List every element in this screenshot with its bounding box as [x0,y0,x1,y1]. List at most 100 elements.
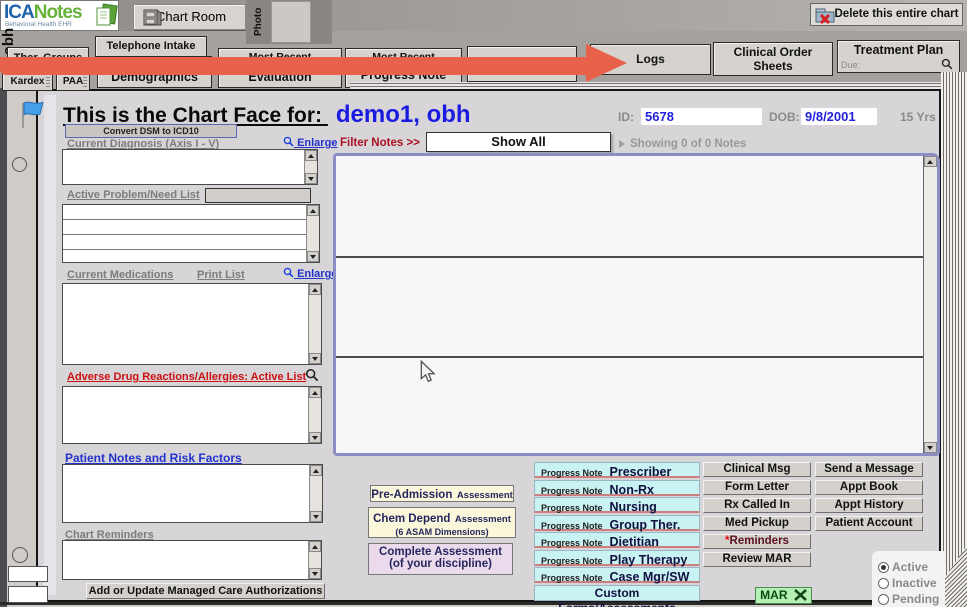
scroll-down-icon[interactable] [309,568,321,579]
radio-icon[interactable] [878,578,889,589]
convert-dsm-icd10-button[interactable]: Convert DSM to ICD10 [65,124,237,138]
tab-treatment-plan[interactable]: Treatment Plan Due: [837,40,960,73]
show-all-dropdown[interactable]: Show All [426,132,611,152]
notes-row-divider [336,356,924,358]
bottom-left-circle[interactable] [12,547,28,563]
patient-account-button[interactable]: Patient Account [815,516,923,531]
form-letter-button[interactable]: Form Letter [703,480,811,495]
send-a-message-button[interactable]: Send a Message [815,462,923,477]
id-field[interactable]: 5678 [641,108,762,125]
patient-notes-listbox[interactable] [62,464,323,523]
bottom-left-field-2[interactable] [8,586,48,603]
panel-inner-edge [44,95,56,595]
active-problem-listbox[interactable] [62,204,320,263]
scroll-up-icon[interactable] [310,465,322,476]
radio-inactive[interactable]: Inactive [878,576,937,590]
progress-note-case-mgr-button[interactable]: Progress NoteCase Mgr/SW [534,567,700,583]
scrollbar[interactable] [308,284,321,364]
mar-button[interactable]: MAR [755,587,812,604]
progress-note-play-therapy-button[interactable]: Progress NotePlay Therapy [534,550,700,566]
notes-row-divider [336,256,924,258]
chem-depend-assessment-button[interactable]: Chem Depend Assessment (6 ASAM Dimension… [368,507,516,538]
reminders-button[interactable]: *Reminders [703,534,811,549]
annotation-arrow-head [586,44,627,82]
age-value: 15 Yrs [900,110,936,124]
adverse-reactions-label: Adverse Drug Reactions/Allergies: Active… [67,371,306,383]
progress-note-nonrx-button[interactable]: Progress NoteNon-Rx [534,480,700,496]
scrollbar[interactable] [309,465,322,522]
med-pickup-button[interactable]: Med Pickup [703,516,811,531]
print-list-link[interactable]: Print List [197,269,245,281]
managed-care-button[interactable]: Add or Update Managed Care Authorization… [86,583,325,599]
scrollbar[interactable] [308,541,321,579]
radio-pending[interactable]: Pending [878,592,939,606]
radio-active[interactable]: Active [878,560,928,574]
patient-name-value: demo1, obh [336,101,471,129]
dob-label: DOB: [769,110,800,124]
review-mar-button[interactable]: Review MAR [703,552,811,567]
patient-photo-placeholder[interactable] [271,1,311,43]
filter-notes-label: Filter Notes >> [340,137,420,149]
scroll-down-icon[interactable] [310,511,322,522]
appt-book-button[interactable]: Appt Book [815,480,923,495]
dob-field[interactable]: 9/8/2001 [801,108,877,125]
search-icon [283,136,294,147]
scroll-up-icon[interactable] [305,150,317,161]
current-medications-listbox[interactable] [62,283,322,365]
progress-note-dietitian-button[interactable]: Progress NoteDietitian [534,532,700,548]
pre-admission-assessment-button[interactable]: Pre-Admission Assessment [370,485,514,502]
notes-scrollbar[interactable] [923,156,937,453]
showing-count-label: Showing 0 of 0 Notes [630,138,746,150]
scrollbar[interactable] [308,387,321,443]
bottom-left-field-1[interactable] [8,566,48,582]
delete-chart-button[interactable]: Delete this entire chart [810,3,963,26]
scroll-up-icon[interactable] [309,387,321,398]
tab-telephone-intake-form[interactable]: Telephone Intake Form [95,36,207,57]
scroll-down-icon[interactable] [309,353,321,364]
scroll-up-icon[interactable] [307,205,319,216]
appt-history-button[interactable]: Appt History [815,498,923,513]
id-label: ID: [618,110,634,124]
scroll-down-icon[interactable] [305,173,317,184]
progress-note-prescriber-button[interactable]: Progress NotePrescriber [534,462,700,478]
notes-list-panel[interactable] [333,153,940,456]
tab-clinical-order-sheets[interactable]: Clinical Order Sheets [713,42,833,76]
search-icon [283,267,294,278]
complete-assessment-button[interactable]: Complete Assessment (of your discipline) [368,543,513,575]
progress-note-group-ther-button[interactable]: Progress NoteGroup Ther. [534,515,700,531]
scrollbar[interactable] [304,150,317,184]
chart-status-circle[interactable] [12,157,27,172]
chart-reminders-listbox[interactable] [62,540,322,580]
active-problem-field[interactable] [205,188,311,203]
medications-enlarge-link[interactable]: Enlarge [283,267,337,280]
delete-chart-label: Delete this entire chart [835,8,959,20]
patient-notes-label[interactable]: Patient Notes and Risk Factors [65,451,242,465]
radio-icon[interactable] [878,594,889,605]
clinical-msg-button[interactable]: Clinical Msg [703,462,811,477]
flag-icon[interactable] [20,100,46,130]
custom-forms-assessments-button[interactable]: Custom Forms/Assessments [534,585,700,601]
adr-search-icon[interactable] [305,368,319,382]
scroll-down-icon[interactable] [307,251,319,262]
scrollbar[interactable] [306,205,319,262]
chart-room-button[interactable]: Chart Room [133,4,246,30]
rx-called-in-button[interactable]: Rx Called In [703,498,811,513]
radio-selected-icon[interactable] [878,562,889,573]
scroll-up-icon[interactable] [309,541,321,552]
current-diagnosis-listbox[interactable] [62,149,318,185]
adverse-reactions-listbox[interactable] [62,386,322,444]
tab-grip [83,76,87,87]
active-problem-label: Active Problem/Need List [67,189,200,201]
diagnosis-enlarge-link[interactable]: Enlarge [283,136,337,149]
scroll-up-icon[interactable] [924,156,937,167]
scroll-up-icon[interactable] [309,284,321,295]
treatment-plan-search-icon[interactable] [941,58,953,70]
stacked-charts-right-edge [941,72,967,602]
showing-arrow-icon [619,140,625,148]
scroll-down-icon[interactable] [309,432,321,443]
scroll-down-icon[interactable] [924,442,937,453]
mar-x-icon [794,589,807,601]
current-medications-label: Current Medications [67,269,173,281]
chart-room-label: Chart Room [156,9,226,24]
progress-note-nursing-button[interactable]: Progress NoteNursing [534,497,700,513]
